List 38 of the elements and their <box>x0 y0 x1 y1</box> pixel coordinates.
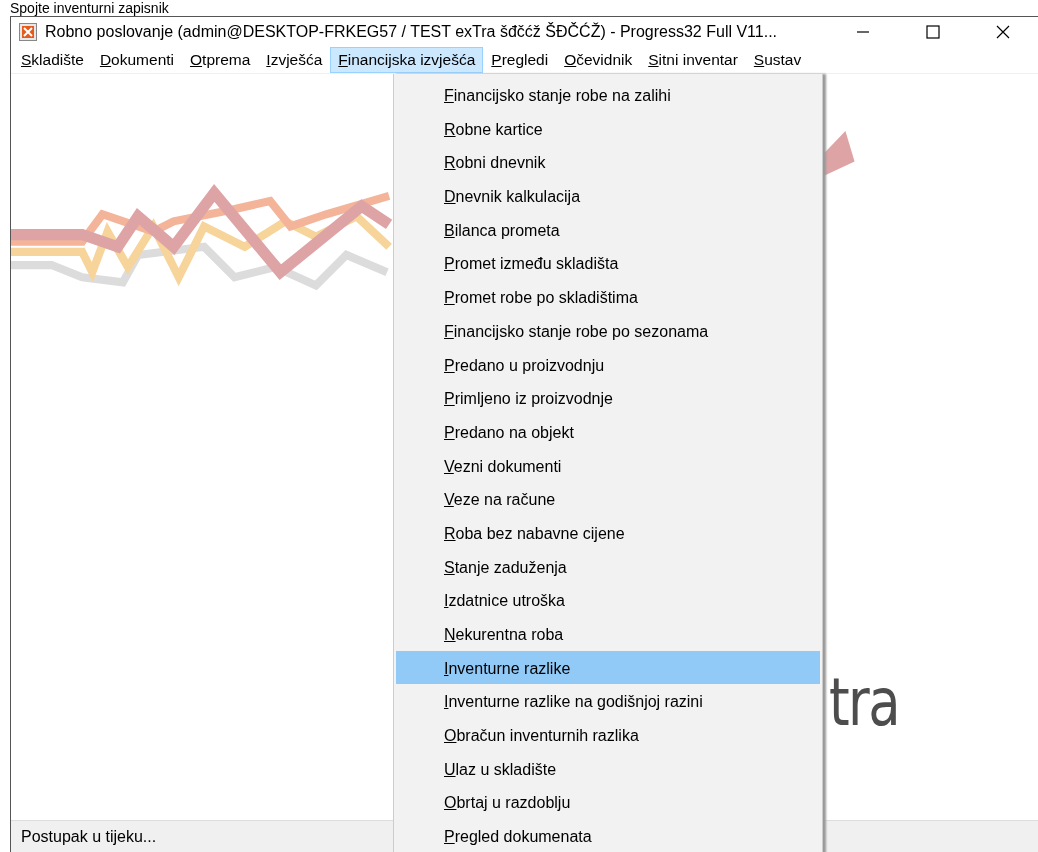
menu-option[interactable]: Financijsko stanje robe na zalihi <box>396 78 820 112</box>
menu-option[interactable]: Roba bez nabavne cijene <box>396 515 820 550</box>
menu-option[interactable]: Obrtaj u razdoblju <box>396 785 820 820</box>
menu-item[interactable]: Pregledi <box>483 47 557 73</box>
logo-text: tra <box>829 664 899 741</box>
menu-option[interactable]: Robne kartice <box>396 111 820 146</box>
menu-option[interactable]: Primljeno iz proizvodnje <box>396 381 820 415</box>
close-icon <box>996 25 1010 39</box>
menu-option[interactable]: Stanje zaduženja <box>396 549 820 584</box>
menu-item[interactable]: Skladište <box>13 47 92 73</box>
menu-option[interactable]: Financijsko stanje robe po sezonama <box>396 313 820 348</box>
app-icon <box>19 23 37 41</box>
maximize-icon <box>926 25 940 39</box>
menu-option[interactable]: Izdatnice utroška <box>396 583 820 617</box>
menu-item[interactable]: Financijska izvješća <box>330 47 484 73</box>
window-title: Robno poslovanje (admin@DESKTOP-FRKEG57 / TEST exTra šđčćž ŠĐČĆŽ) - Progress32 Full V11... <box>45 23 779 41</box>
menu-item[interactable]: Otprema <box>182 47 259 73</box>
menu-item[interactable]: Očevidnik <box>556 47 641 73</box>
menu-item[interactable]: Sustav <box>745 47 810 73</box>
menu-item[interactable]: Dokumenti <box>91 47 182 73</box>
menu-option[interactable]: Predano u proizvodnju <box>396 347 820 382</box>
menu-option[interactable]: Pregled dokumenata <box>396 819 820 852</box>
menu-option[interactable]: Promet robe po skladištima <box>396 280 820 314</box>
caption-text: Spojte inventurni zapisnik <box>9 0 170 16</box>
menu-option[interactable]: Robni dnevnik <box>396 145 820 180</box>
menu-option[interactable]: Vezni dokumenti <box>396 448 820 483</box>
menu-option[interactable]: Ulaz u skladište <box>396 751 820 786</box>
menu-option[interactable]: Obračun inventurnih razlika <box>396 718 820 752</box>
menu-option[interactable]: Promet između skladišta <box>396 246 820 281</box>
menu-item[interactable]: Sitni inventar <box>640 47 746 73</box>
menu-option[interactable]: Inventurne razlike <box>396 650 820 685</box>
menu-option[interactable]: Predano na objekt <box>396 414 820 449</box>
menu-option[interactable]: Veze na račune <box>396 482 820 516</box>
menu-option[interactable]: Inventurne razlike na godišnjoj razini <box>396 684 820 719</box>
menu-option[interactable]: Nekurentna roba <box>396 617 820 651</box>
menu-option[interactable]: Bilanca prometa <box>396 212 820 247</box>
menu-option[interactable]: Dnevnik kalkulacija <box>396 179 820 213</box>
menu-item[interactable]: Izvješća <box>258 47 331 73</box>
